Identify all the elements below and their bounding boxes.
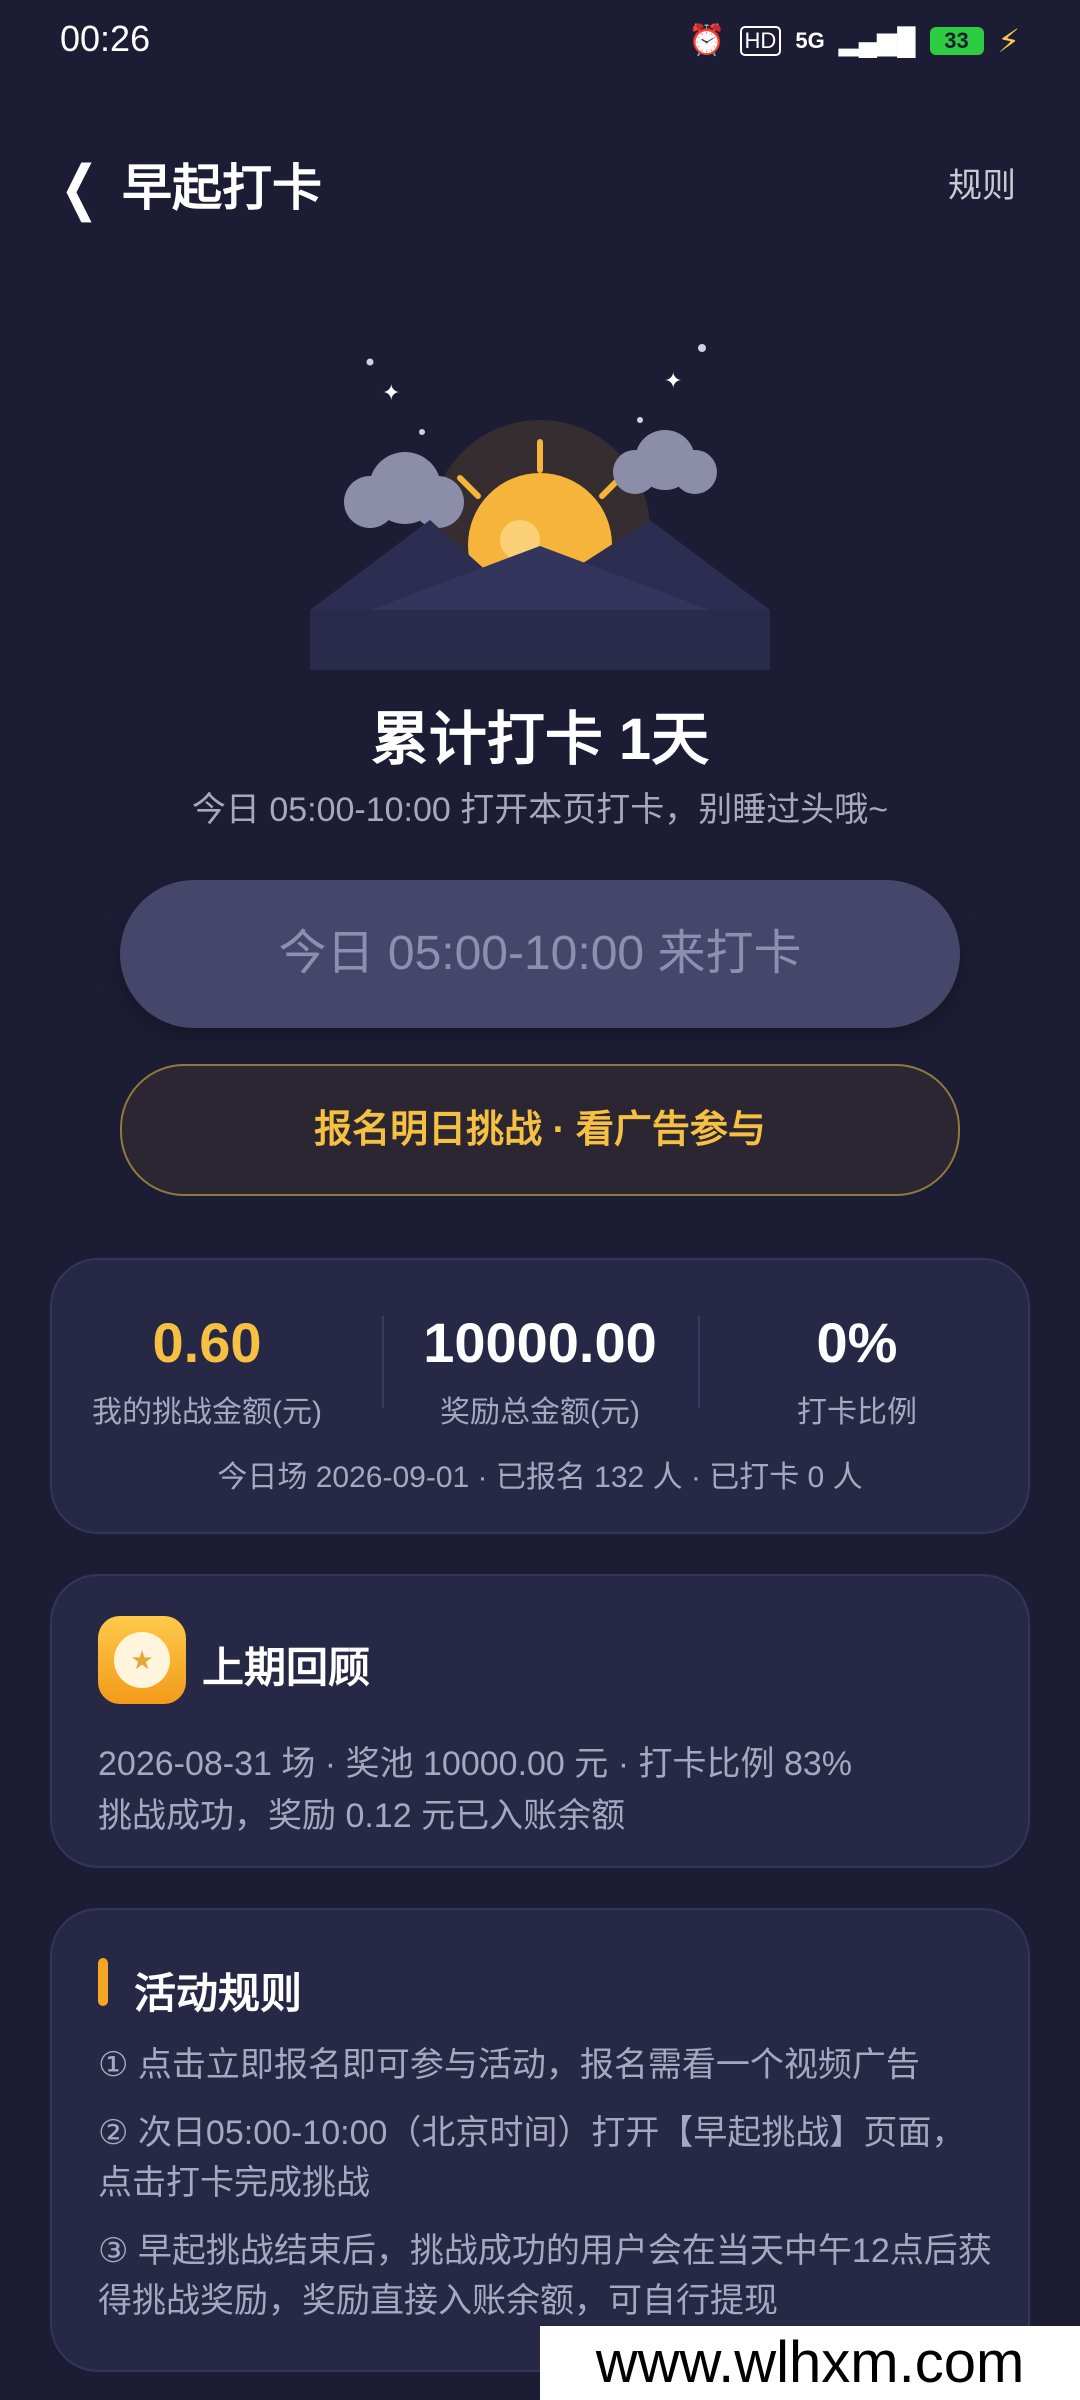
checkin-button[interactable]: 今日 05:00-10:00 来打卡 bbox=[120, 880, 960, 1028]
back-icon[interactable]: ❮ bbox=[60, 152, 99, 222]
alarm-icon: ⏰ bbox=[688, 24, 726, 57]
network-label: 5G bbox=[795, 28, 825, 53]
battery-icon: 33 bbox=[929, 27, 984, 55]
divider bbox=[382, 1316, 384, 1408]
checkin-days: 累计打卡 1天 bbox=[370, 707, 710, 772]
sunrise-illustration: ✦ ✦ bbox=[310, 344, 770, 670]
rules-link[interactable]: 规则 bbox=[948, 158, 1016, 207]
checkin-tip: 今日 05:00-10:00 打开本页打卡，别睡过头哦~ bbox=[191, 791, 889, 829]
signal-icon: ▂▄▆█ bbox=[838, 26, 916, 56]
rule-item: ② 次日05:00-10:00（北京时间）打开【早起挑战】页面，点击打卡完成挑战 bbox=[98, 2114, 966, 2202]
svg-text:✦: ✦ bbox=[382, 381, 400, 406]
stat-value: 0.60 bbox=[152, 1311, 262, 1374]
status-icons: ⏰ HD 5G ▂▄▆█ 33 ⚡ bbox=[688, 22, 1020, 60]
stat-checkin-ratio: 0% 打卡比例 bbox=[702, 1310, 1012, 1431]
svg-text:✦: ✦ bbox=[664, 369, 682, 394]
review-summary: 2026-08-31 场 · 奖池 10000.00 元 · 打卡比例 83% bbox=[98, 1745, 852, 1783]
stat-my-amount: 0.60 我的挑战金额(元) bbox=[52, 1310, 362, 1431]
divider bbox=[698, 1316, 700, 1408]
rule-item: ① 点击立即报名即可参与活动，报名需看一个视频广告 bbox=[98, 2046, 920, 2084]
stat-value: 0% bbox=[816, 1311, 898, 1374]
coin-icon: ★ bbox=[98, 1616, 186, 1704]
stat-total-reward: 10000.00 奖励总金额(元) bbox=[385, 1310, 695, 1431]
stats-footer: 今日场 2026-09-01 · 已报名 132 人 · 已打卡 0 人 bbox=[217, 1461, 863, 1494]
stats-card: 0.60 我的挑战金额(元) 10000.00 奖励总金额(元) 0% 打卡比例… bbox=[50, 1258, 1030, 1534]
stat-value: 10000.00 bbox=[423, 1311, 657, 1374]
rule-item: ③ 早起挑战结束后，挑战成功的用户会在当天中午12点后获得挑战奖励，奖励直接入账… bbox=[98, 2232, 992, 2320]
charging-icon: ⚡ bbox=[997, 23, 1020, 59]
rules-accent-bar bbox=[98, 1958, 108, 2006]
review-result: 挑战成功，奖励 0.12 元已入账余额 bbox=[98, 1797, 626, 1835]
last-review-card: ★ 上期回顾 2026-08-31 场 · 奖池 10000.00 元 · 打卡… bbox=[50, 1574, 1030, 1868]
watermark: www.wlhxm.com bbox=[540, 2326, 1080, 2400]
rules-card: 活动规则 ① 点击立即报名即可参与活动，报名需看一个视频广告 ② 次日05:00… bbox=[50, 1908, 1030, 2372]
stat-label: 打卡比例 bbox=[797, 1396, 917, 1429]
status-time: 00:26 bbox=[60, 18, 151, 59]
review-title: 上期回顾 bbox=[202, 1644, 371, 1691]
hd-icon: HD bbox=[739, 26, 782, 56]
stat-label: 我的挑战金额(元) bbox=[92, 1396, 322, 1429]
stat-label: 奖励总金额(元) bbox=[440, 1396, 640, 1429]
rules-title: 活动规则 bbox=[134, 1970, 303, 2017]
signup-challenge-button[interactable]: 报名明日挑战 · 看广告参与 bbox=[120, 1064, 960, 1196]
page-title: 早起打卡 bbox=[122, 160, 322, 216]
